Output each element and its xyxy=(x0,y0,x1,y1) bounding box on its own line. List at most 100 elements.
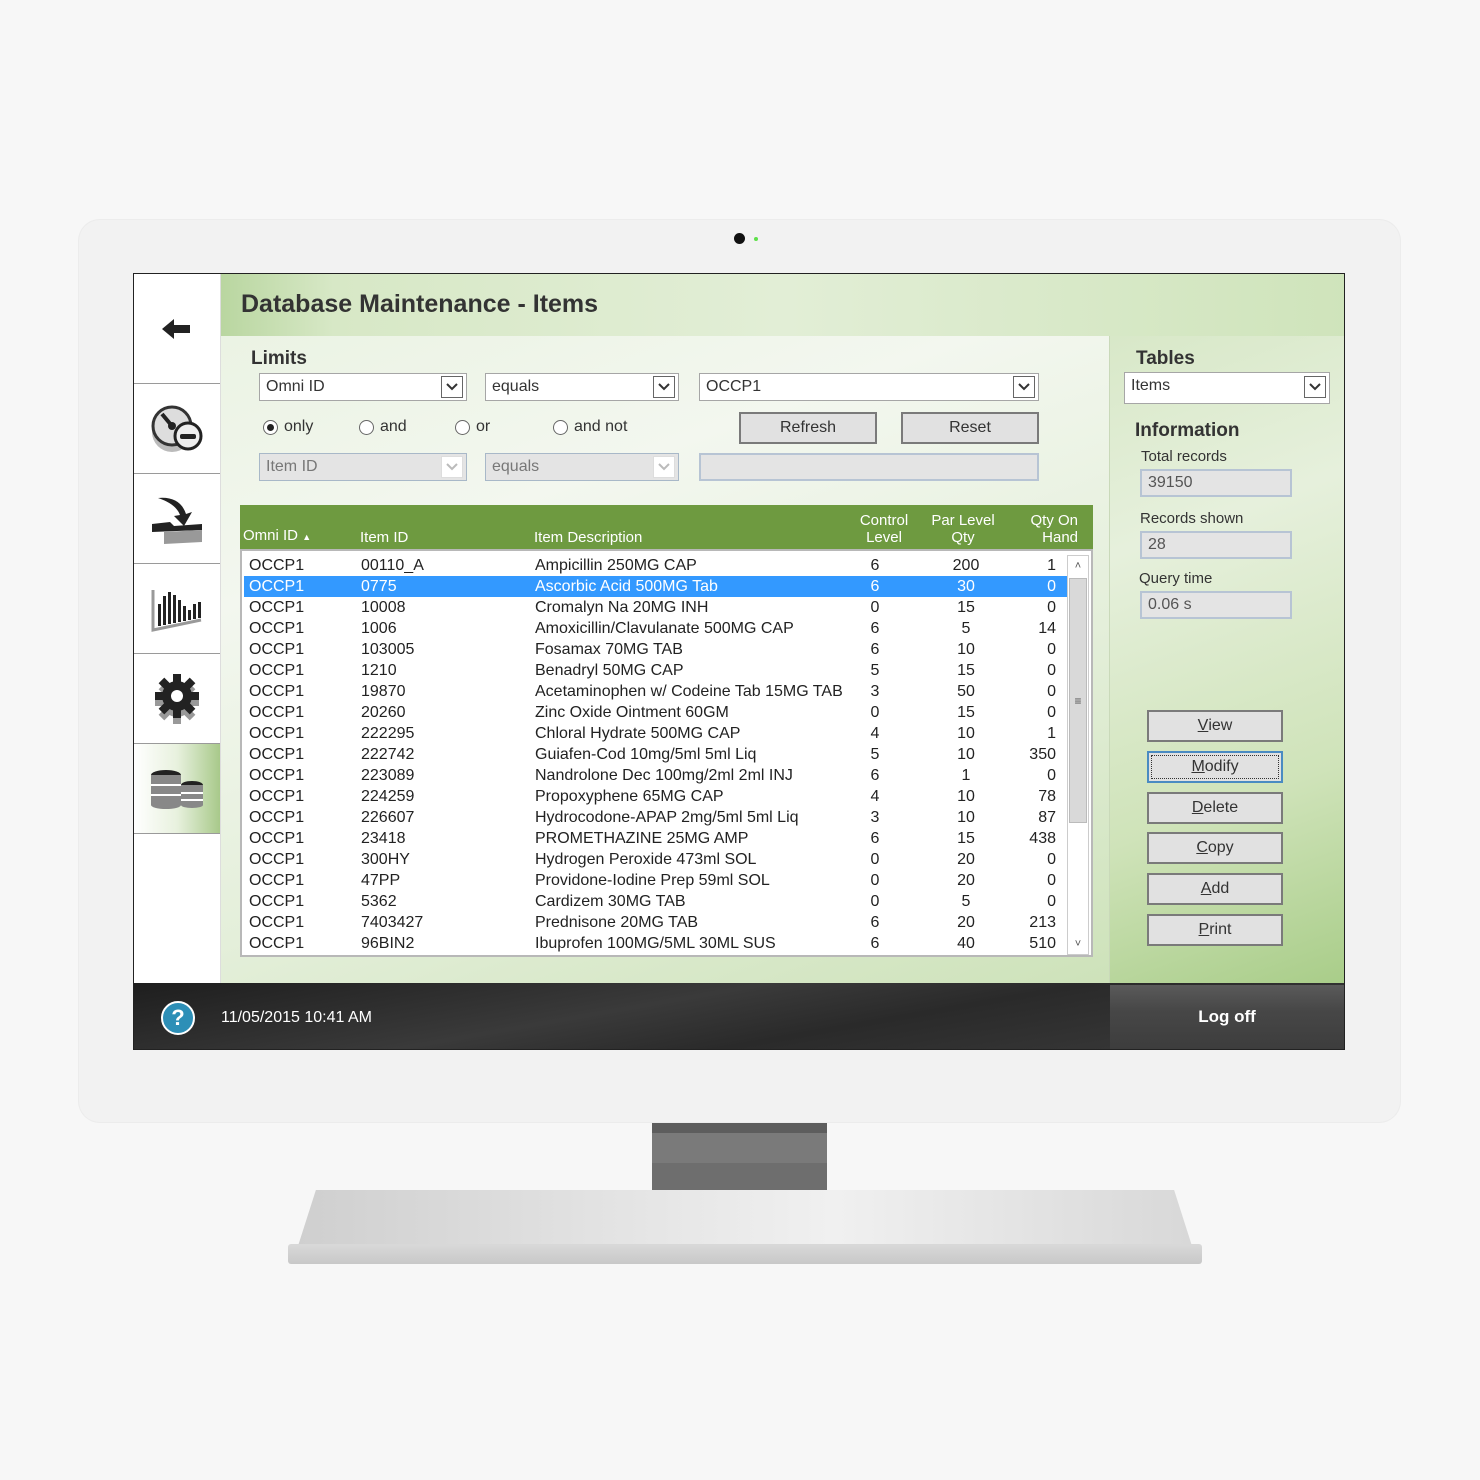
help-icon[interactable]: ? xyxy=(161,1001,195,1035)
main-panel: Database Maintenance - Items Limits Omni… xyxy=(221,274,1344,983)
chevron-down-icon[interactable] xyxy=(441,376,463,398)
cell-item-id: 300HY xyxy=(361,851,410,868)
scroll-thumb[interactable]: ≡ xyxy=(1069,578,1087,823)
table-row[interactable]: OCCP1 96BIN2 Ibuprofen 100MG/5ML 30ML SUS 6… xyxy=(244,933,1070,954)
table-row[interactable]: OCCP1 5362 Cardizem 30MG TAB 0 5 0 xyxy=(244,891,1070,912)
limit-value1-select[interactable]: OCCP1 xyxy=(699,373,1039,401)
radio-and-not[interactable]: and not xyxy=(553,418,627,436)
cell-item-id: 5362 xyxy=(361,893,397,910)
cell-control-level: 5 xyxy=(870,746,880,763)
print-button[interactable]: Print xyxy=(1147,914,1283,946)
tables-select[interactable]: Items xyxy=(1124,372,1330,404)
modify-button[interactable]: Modify xyxy=(1147,750,1283,783)
sidebar-item-import[interactable] xyxy=(134,474,220,564)
table-row[interactable]: OCCP1 224259 Propoxyphene 65MG CAP 4 10 78 xyxy=(244,786,1070,807)
col-header-omni-id[interactable]: Omni ID ▲ xyxy=(243,527,311,546)
radio-indicator[interactable] xyxy=(455,419,470,435)
limit-operator1-select[interactable]: equals xyxy=(485,373,679,401)
col-header-par-level-qty[interactable]: Par Level Qty xyxy=(928,512,998,546)
cell-item-description: Providone-Iodine Prep 59ml SOL xyxy=(535,872,770,889)
records-shown-field: 28 xyxy=(1140,531,1292,559)
chevron-down-icon[interactable] xyxy=(441,456,463,478)
limits-label: Limits xyxy=(251,348,307,369)
sidebar-item-settings[interactable] xyxy=(134,654,220,744)
radio-or-label: or xyxy=(476,418,491,435)
chevron-down-icon[interactable] xyxy=(653,456,675,478)
cell-qty-on-hand: 213 xyxy=(1029,914,1056,931)
cell-par-level-qty: 20 xyxy=(957,851,975,868)
limit-value2-input[interactable] xyxy=(699,453,1039,481)
table-row[interactable]: OCCP1 300HY Hydrogen Peroxide 473ml SOL 0 20… xyxy=(244,849,1070,870)
col-header-item-description[interactable]: Item Description xyxy=(534,529,642,546)
scroll-down-icon[interactable]: ˅ xyxy=(1068,934,1088,954)
radio-only[interactable]: only xyxy=(263,418,313,436)
cell-par-level-qty: 10 xyxy=(957,725,975,742)
table-row[interactable]: OCCP1 00110_A Ampicillin 250MG CAP 6 200 1 xyxy=(244,555,1070,576)
log-off-button[interactable]: Log off xyxy=(1110,985,1344,1049)
table-row[interactable]: OCCP1 20260 Zinc Oxide Ointment 60GM 0 15 0 xyxy=(244,702,1070,723)
sidebar-item-database[interactable] xyxy=(134,744,220,834)
col-header-qty-on-hand[interactable]: Qty On Hand xyxy=(1018,512,1078,546)
table-row[interactable]: OCCP1 1210 Benadryl 50MG CAP 5 15 0 xyxy=(244,660,1070,681)
radio-indicator[interactable] xyxy=(263,419,278,435)
chevron-down-icon[interactable] xyxy=(1304,376,1326,398)
table-row[interactable]: OCCP1 19870 Acetaminophen w/ Codeine Tab 1… xyxy=(244,681,1070,702)
access-key: V xyxy=(1197,717,1209,734)
cell-item-description: Cardizem 30MG TAB xyxy=(535,893,686,910)
cell-control-level: 0 xyxy=(870,599,880,616)
table-row[interactable]: OCCP1 222742 Guiafen-Cod 10mg/5ml 5ml Liq 5… xyxy=(244,744,1070,765)
cell-par-level-qty: 50 xyxy=(957,683,975,700)
table-row[interactable]: OCCP1 1006 Amoxicillin/Clavulanate 500MG C… xyxy=(244,618,1070,639)
access-key: M xyxy=(1191,757,1205,775)
radio-or[interactable]: or xyxy=(455,418,490,436)
table-row[interactable]: OCCP1 47PP Providone-Iodine Prep 59ml SOL 0… xyxy=(244,870,1070,891)
table-row[interactable]: OCCP1 226607 Hydrocodone-APAP 2mg/5ml 5ml … xyxy=(244,807,1070,828)
add-button[interactable]: Add xyxy=(1147,873,1283,906)
scroll-up-icon[interactable]: ˄ xyxy=(1068,556,1088,576)
button-label-rest: rint xyxy=(1209,921,1232,938)
cell-item-id: 1210 xyxy=(361,662,397,679)
cell-qty-on-hand: 0 xyxy=(1047,683,1056,700)
cell-par-level-qty: 1 xyxy=(961,767,971,784)
limit-field1-select[interactable]: Omni ID xyxy=(259,373,467,401)
cell-control-level: 6 xyxy=(870,641,880,658)
cell-omni-id: OCCP1 xyxy=(249,809,305,826)
table-row[interactable]: OCCP1 10008 Cromalyn Na 20MG INH 0 15 0 xyxy=(244,597,1070,618)
refresh-button[interactable]: Refresh xyxy=(739,412,877,444)
radio-and-not-label: and not xyxy=(574,418,628,435)
col-header-control-level[interactable]: Control Level xyxy=(852,512,916,546)
limit-field2-select[interactable]: Item ID xyxy=(259,453,467,481)
table-row[interactable]: OCCP1 23418 PROMETHAZINE 25MG AMP 6 15 438 xyxy=(244,828,1070,849)
col-header-item-id[interactable]: Item ID xyxy=(360,529,408,546)
delete-button[interactable]: Delete xyxy=(1147,791,1283,824)
copy-button[interactable]: Copy xyxy=(1147,832,1283,865)
records-shown-label: Records shown xyxy=(1140,510,1244,527)
cell-qty-on-hand: 510 xyxy=(1029,935,1056,952)
table-row[interactable]: OCCP1 223089 Nandrolone Dec 100mg/2ml 2ml … xyxy=(244,765,1070,786)
items-grid: Omni ID ▲ Item ID Item Description Contr… xyxy=(240,505,1093,957)
access-key: A xyxy=(1200,880,1212,898)
radio-indicator[interactable] xyxy=(553,419,568,435)
cell-par-level-qty: 15 xyxy=(957,662,975,679)
table-row[interactable]: OCCP1 222295 Chloral Hydrate 500MG CAP 4 10 1 xyxy=(244,723,1070,744)
sidebar-item-back[interactable] xyxy=(134,274,220,384)
vertical-scrollbar[interactable]: ˄ ≡ ˅ xyxy=(1067,555,1089,955)
cell-qty-on-hand: 0 xyxy=(1047,704,1056,721)
sidebar-item-dashboard[interactable] xyxy=(134,384,220,474)
view-button[interactable]: View xyxy=(1147,710,1283,742)
table-row[interactable]: OCCP1 103005 Fosamax 70MG TAB 6 10 0 xyxy=(244,639,1070,660)
button-label-rest: elete xyxy=(1203,798,1239,816)
cell-control-level: 0 xyxy=(870,704,880,721)
reset-button[interactable]: Reset xyxy=(901,412,1039,444)
chevron-down-icon[interactable] xyxy=(653,376,675,398)
sidebar-item-reports[interactable] xyxy=(134,564,220,654)
table-row[interactable]: OCCP1 7403427 Prednisone 20MG TAB 6 20 213 xyxy=(244,912,1070,933)
cell-control-level: 6 xyxy=(870,557,880,574)
radio-and[interactable]: and xyxy=(359,418,407,436)
limit-operator2-select[interactable]: equals xyxy=(485,453,679,481)
radio-indicator[interactable] xyxy=(359,419,374,435)
cell-par-level-qty: 5 xyxy=(961,893,971,910)
table-row[interactable]: OCCP1 0775 Ascorbic Acid 500MG Tab 6 30 0 xyxy=(244,576,1070,597)
tables-select-value: Items xyxy=(1131,377,1171,394)
chevron-down-icon[interactable] xyxy=(1013,376,1035,398)
